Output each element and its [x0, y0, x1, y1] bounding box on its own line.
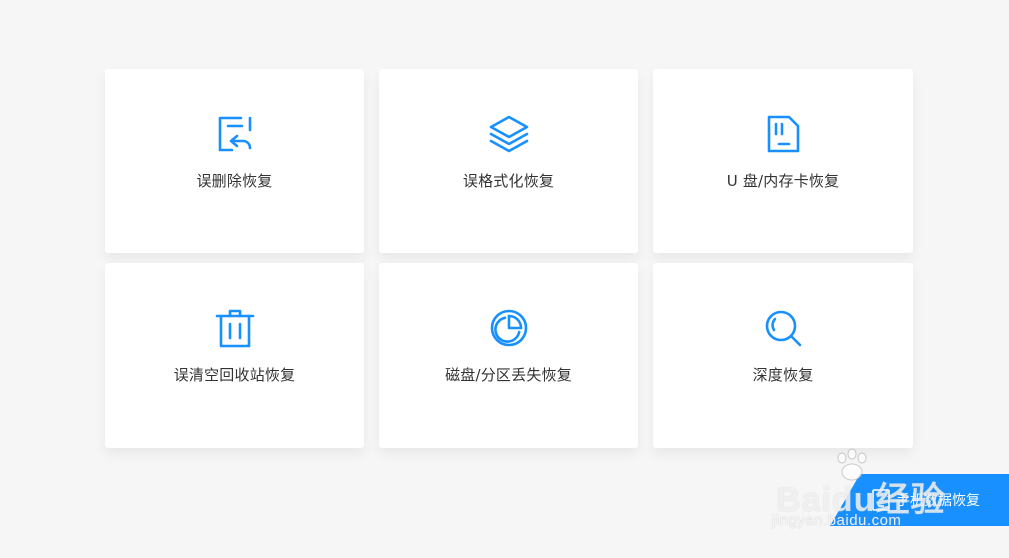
- tab-notch: [830, 474, 860, 526]
- card-label: U 盘/内存卡恢复: [726, 172, 840, 190]
- phone-icon: [872, 489, 890, 511]
- card-label: 深度恢复: [752, 366, 814, 384]
- card-label: 磁盘/分区丢失恢复: [445, 366, 572, 384]
- phone-recovery-label: 手机数据恢复: [896, 493, 980, 509]
- card-recycle-bin-recovery[interactable]: 误清空回收站恢复: [105, 263, 364, 448]
- card-format-recovery[interactable]: 误格式化恢复: [379, 69, 638, 253]
- card-usb-sd-recovery[interactable]: U 盘/内存卡恢复: [653, 69, 913, 253]
- pie-chart-icon: [489, 308, 529, 348]
- card-deep-recovery[interactable]: 深度恢复: [653, 263, 913, 448]
- card-label: 误清空回收站恢复: [173, 366, 296, 384]
- phone-recovery-button[interactable]: 手机数据恢复: [830, 474, 1009, 526]
- layers-icon: [489, 114, 529, 154]
- card-label: 误删除恢复: [196, 172, 273, 190]
- card-partition-recovery[interactable]: 磁盘/分区丢失恢复: [379, 263, 638, 448]
- search-icon: [763, 308, 803, 348]
- card-label: 误格式化恢复: [462, 172, 555, 190]
- trash-icon: [215, 308, 255, 348]
- card-deleted-recovery[interactable]: 误删除恢复: [105, 69, 364, 253]
- recovery-options-grid: 误删除恢复 误格式化恢复 U 盘/内存卡恢复 误清空回收站恢复 磁盘/分区丢失恢…: [105, 69, 913, 448]
- file-restore-icon: [215, 114, 255, 154]
- sd-card-icon: [763, 114, 803, 154]
